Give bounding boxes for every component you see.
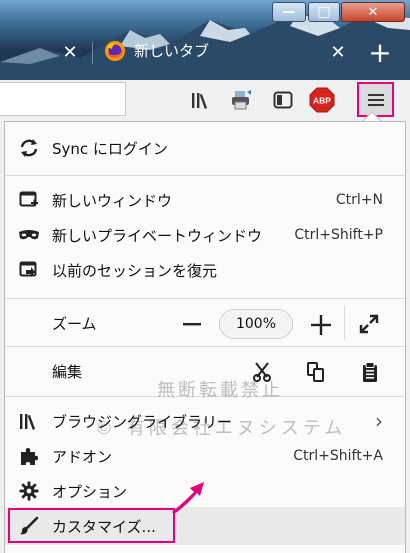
hamburger-menu-button[interactable] — [357, 82, 394, 117]
copy-button[interactable] — [302, 358, 330, 386]
menu-item-zoom: ズーム — [5, 306, 405, 340]
shortcut-label: Ctrl+Shift+A — [293, 448, 383, 464]
menu-separator — [5, 298, 405, 299]
zoom-in-button[interactable] — [308, 312, 334, 338]
url-bar[interactable] — [0, 82, 126, 116]
scissors-icon — [253, 362, 271, 382]
menu-item-edit: 編集 — [5, 354, 405, 388]
edit-label: 編集 — [52, 362, 83, 381]
menu-item-label: 新しいウィンドウ — [52, 191, 173, 210]
new-tab-button[interactable]: + — [362, 36, 398, 69]
cut-button[interactable] — [248, 358, 276, 386]
menu-item-new-window[interactable]: 新しいウィンドウ Ctrl+N — [5, 183, 405, 217]
zoom-separator — [344, 306, 345, 340]
menu-item-label: オプション — [52, 482, 128, 501]
paste-icon — [363, 362, 377, 382]
menu-separator — [5, 175, 405, 176]
zoom-label: ズーム — [52, 314, 97, 333]
close-window-button[interactable]: ✕ — [341, 2, 405, 22]
menu-item-private-window[interactable]: 新しいプライベートウィンドウ Ctrl+Shift+P — [5, 218, 405, 252]
library-icon — [18, 410, 40, 432]
zoom-reset-button[interactable]: 100% — [219, 309, 293, 339]
abp-label: ABP — [313, 96, 331, 106]
sidebar-icon[interactable] — [270, 88, 296, 112]
menu-item-label: Sync にログイン — [52, 139, 168, 158]
copy-icon — [307, 362, 324, 382]
library-icon[interactable] — [188, 88, 214, 112]
menu-item-label: アドオン — [52, 447, 113, 466]
shortcut-label: Ctrl+Shift+P — [294, 227, 383, 243]
annotation-pointer-icon — [172, 482, 204, 514]
puzzle-icon — [18, 445, 40, 467]
menu-item-label: ブラウジングライブラリー — [52, 412, 233, 431]
menu-separator — [5, 396, 405, 397]
sync-icon — [18, 137, 40, 159]
menu-item-label: 以前のセッションを復元 — [52, 261, 218, 280]
tab-title[interactable]: 新しいタブ — [134, 40, 209, 62]
fullscreen-icon — [359, 314, 379, 334]
submenu-arrow: › — [375, 409, 383, 433]
shortcut-label: Ctrl+N — [335, 192, 383, 208]
tab-separator — [92, 42, 93, 64]
menu-separator — [5, 346, 405, 347]
tab-close-button[interactable]: ✕ — [326, 40, 350, 64]
hamburger-menu-icon — [367, 93, 384, 106]
print-icon[interactable] — [228, 88, 254, 112]
menu-item-restore-session[interactable]: 以前のセッションを復元 — [5, 253, 405, 287]
menu-item-addons[interactable]: アドオン Ctrl+Shift+A — [5, 439, 405, 473]
fullscreen-button[interactable] — [356, 311, 382, 337]
customize-highlight-box — [8, 508, 175, 543]
maximize-button[interactable]: □ — [308, 2, 340, 22]
menu-item-library[interactable]: ブラウジングライブラリー › — [5, 404, 405, 438]
mask-icon — [18, 224, 40, 246]
title-bar: — □ ✕ ✕ 新しいタブ ✕ + — [0, 0, 410, 80]
firefox-icon — [105, 41, 125, 61]
adblock-plus-icon[interactable]: ABP — [309, 87, 335, 113]
zoom-out-button[interactable] — [180, 312, 204, 336]
restore-icon — [18, 259, 40, 281]
gear-icon — [18, 480, 40, 502]
minimize-button[interactable]: — — [272, 2, 306, 22]
menu-item-sync[interactable]: Sync にログイン — [5, 131, 405, 165]
previous-tab-close-button[interactable]: ✕ — [58, 40, 82, 64]
new-window-icon — [18, 189, 40, 211]
menu-item-label: 新しいプライベートウィンドウ — [52, 226, 263, 245]
paste-button[interactable] — [356, 358, 384, 386]
